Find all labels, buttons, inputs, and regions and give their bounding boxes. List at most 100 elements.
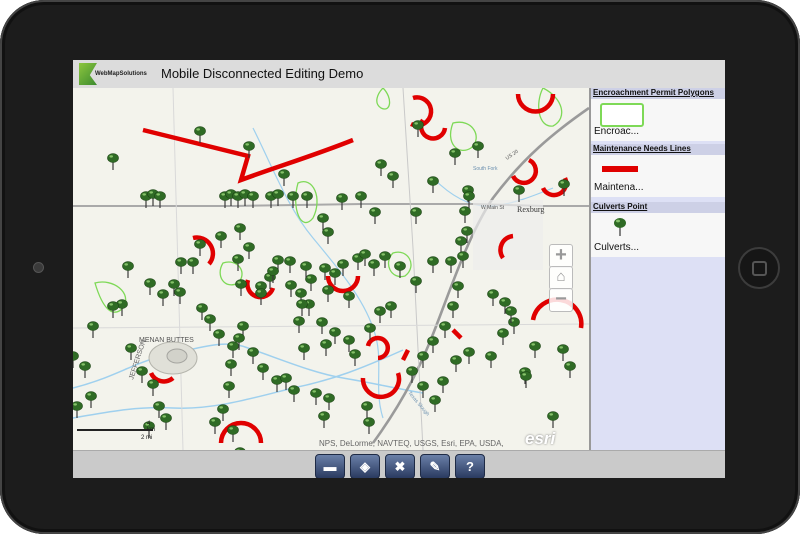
culvert-pin-icon[interactable] bbox=[375, 159, 387, 177]
culvert-pin-icon[interactable] bbox=[427, 176, 439, 194]
menan-buttes-relief bbox=[166, 348, 188, 364]
culvert-pin-icon[interactable] bbox=[243, 242, 255, 260]
map-label-street: W Main St bbox=[481, 205, 505, 211]
culvert-pin-icon[interactable] bbox=[79, 361, 91, 379]
culvert-pin-icon[interactable] bbox=[343, 335, 355, 353]
culvert-pin-icon[interactable] bbox=[387, 171, 399, 189]
culvert-pin-icon[interactable] bbox=[410, 276, 422, 294]
culvert-pin-icon[interactable] bbox=[472, 141, 484, 159]
culvert-pin-icon[interactable] bbox=[487, 289, 499, 307]
culvert-pin-icon[interactable] bbox=[355, 191, 367, 209]
culvert-pin-icon[interactable] bbox=[410, 207, 422, 225]
culvert-pin-icon[interactable] bbox=[157, 289, 169, 307]
culvert-pin-icon[interactable] bbox=[322, 227, 334, 245]
culvert-pin-icon[interactable] bbox=[215, 231, 227, 249]
culvert-pin-icon[interactable] bbox=[449, 148, 461, 166]
culvert-pin-icon[interactable] bbox=[485, 351, 497, 369]
culvert-pin-icon[interactable] bbox=[122, 261, 134, 279]
culvert-pin-icon[interactable] bbox=[361, 401, 373, 419]
culvert-pin-icon[interactable] bbox=[437, 376, 449, 394]
culvert-pin-icon[interactable] bbox=[369, 207, 381, 225]
culvert-pin-icon[interactable] bbox=[452, 281, 464, 299]
culvert-pin-icon[interactable] bbox=[209, 417, 221, 435]
culvert-pin-icon[interactable] bbox=[564, 361, 576, 379]
culvert-pin-icon[interactable] bbox=[107, 153, 119, 171]
culvert-pin-icon[interactable] bbox=[187, 257, 199, 275]
culvert-pin-icon[interactable] bbox=[497, 328, 509, 346]
culvert-pin-icon[interactable] bbox=[429, 395, 441, 413]
basemap-button[interactable]: ▬ bbox=[315, 454, 345, 478]
zoom-in-button[interactable]: + bbox=[549, 244, 573, 268]
culvert-pin-icon[interactable] bbox=[144, 278, 156, 296]
culvert-pin-icon[interactable] bbox=[343, 291, 355, 309]
culvert-pin-icon[interactable] bbox=[194, 239, 206, 257]
layers-button[interactable]: ◈ bbox=[350, 454, 380, 478]
culvert-pin-icon bbox=[614, 218, 626, 236]
culvert-pin-icon[interactable] bbox=[445, 256, 457, 274]
app-title: Mobile Disconnected Editing Demo bbox=[161, 66, 364, 81]
culvert-pin-icon[interactable] bbox=[247, 347, 259, 365]
culvert-pin-icon[interactable] bbox=[385, 301, 397, 319]
culvert-pin-icon[interactable] bbox=[175, 257, 187, 275]
culvert-pin-icon[interactable] bbox=[557, 344, 569, 362]
culvert-pin-icon[interactable] bbox=[194, 126, 206, 144]
map-canvas[interactable]: Rexburg W Main St US 20 MENAN BUTTES JEF… bbox=[73, 88, 589, 450]
map-view[interactable]: Rexburg W Main St US 20 MENAN BUTTES JEF… bbox=[73, 88, 589, 450]
scalebar: 4 km 2 mi bbox=[77, 421, 157, 445]
home-extent-button[interactable]: ⌂ bbox=[549, 266, 573, 290]
culvert-pin-icon[interactable] bbox=[284, 256, 296, 274]
culvert-pin-icon[interactable] bbox=[285, 280, 297, 298]
culvert-pin-icon[interactable] bbox=[450, 355, 462, 373]
culvert-pin-icon[interactable] bbox=[363, 417, 375, 435]
culvert-pin-icon[interactable] bbox=[547, 411, 559, 429]
culvert-pin-icon[interactable] bbox=[73, 351, 79, 369]
culvert-pin-icon[interactable] bbox=[529, 341, 541, 359]
culvert-pin-icon[interactable] bbox=[463, 191, 475, 209]
culvert-pin-icon[interactable] bbox=[439, 321, 451, 339]
culvert-pin-icon[interactable] bbox=[459, 206, 471, 224]
culvert-pin-icon[interactable] bbox=[160, 413, 172, 431]
culvert-pin-icon[interactable] bbox=[417, 381, 429, 399]
culvert-pin-icon[interactable] bbox=[257, 363, 269, 381]
culvert-pin-icon[interactable] bbox=[508, 317, 520, 335]
culvert-pin-icon[interactable] bbox=[463, 347, 475, 365]
culvert-pin-icon[interactable] bbox=[227, 425, 239, 443]
culvert-pin-icon[interactable] bbox=[349, 349, 361, 367]
culvert-pin-icon[interactable] bbox=[298, 343, 310, 361]
tools-button[interactable]: ✖ bbox=[385, 454, 415, 478]
zoom-out-button[interactable]: − bbox=[549, 288, 573, 312]
culvert-pin-icon[interactable] bbox=[427, 256, 439, 274]
culvert-pin-icon[interactable] bbox=[305, 274, 317, 292]
culvert-pin-icon[interactable] bbox=[447, 301, 459, 319]
culvert-pin-icon[interactable] bbox=[87, 321, 99, 339]
culvert-pin-icon[interactable] bbox=[288, 385, 300, 403]
culvert-pin-icon[interactable] bbox=[223, 381, 235, 399]
culvert-pin-icon[interactable] bbox=[520, 371, 532, 389]
device-home-button[interactable] bbox=[738, 247, 780, 289]
culvert-pin-icon[interactable] bbox=[368, 259, 380, 277]
culvert-pin-icon[interactable] bbox=[322, 285, 334, 303]
culvert-pin-icon[interactable] bbox=[174, 287, 186, 305]
culvert-pin-icon[interactable] bbox=[217, 404, 229, 422]
culvert-pin-icon[interactable] bbox=[227, 341, 239, 359]
culvert-pin-icon[interactable] bbox=[320, 339, 332, 357]
culvert-pin-icon[interactable] bbox=[310, 388, 322, 406]
culvert-pin-icon[interactable] bbox=[323, 393, 335, 411]
culvert-pin-icon[interactable] bbox=[374, 306, 386, 324]
culvert-pin-icon[interactable] bbox=[336, 193, 348, 211]
culvert-pin-icon[interactable] bbox=[235, 279, 247, 297]
culvert-pin-icon[interactable] bbox=[234, 223, 246, 241]
app-header: WebMapSolutions Mobile Disconnected Edit… bbox=[73, 60, 725, 89]
culvert-pin-icon[interactable] bbox=[318, 411, 330, 429]
culvert-pin-icon[interactable] bbox=[73, 401, 83, 419]
culvert-pin-icon[interactable] bbox=[225, 359, 237, 377]
culvert-pin-icon[interactable] bbox=[147, 379, 159, 397]
culvert-pin-icon[interactable] bbox=[293, 316, 305, 334]
culvert-pin-icon[interactable] bbox=[329, 327, 341, 345]
edit-button[interactable]: ✎ bbox=[420, 454, 450, 478]
map-label-city: Rexburg bbox=[517, 205, 544, 214]
culvert-pin-icon[interactable] bbox=[204, 314, 216, 332]
help-button[interactable]: ? bbox=[455, 454, 485, 478]
culvert-pin-icon[interactable] bbox=[85, 391, 97, 409]
scalebar-km-label: 4 km bbox=[147, 421, 155, 433]
